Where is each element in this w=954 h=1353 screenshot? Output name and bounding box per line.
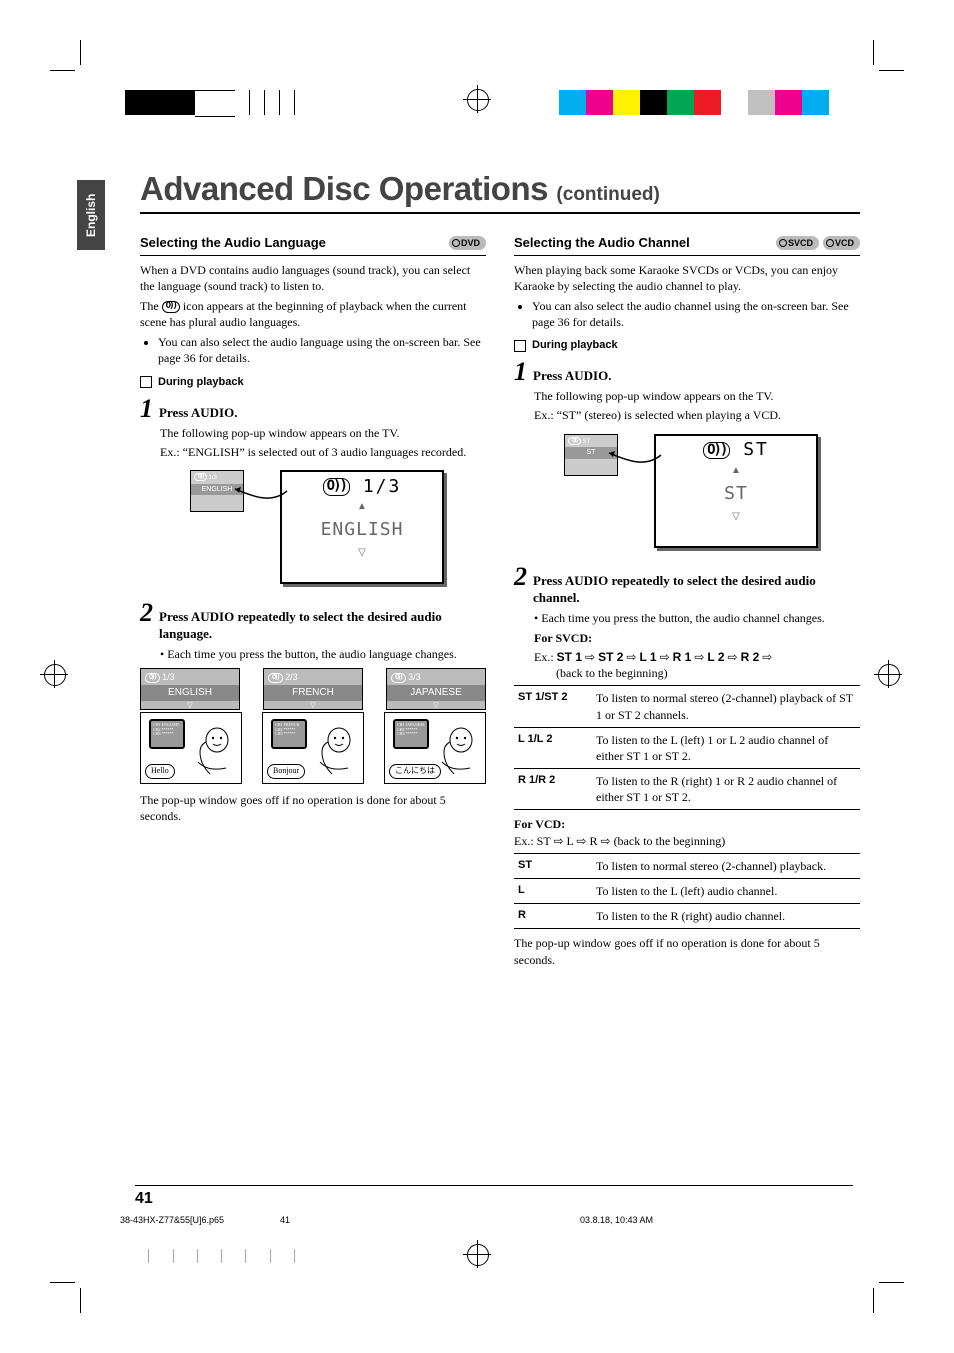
table-row: RTo listen to the R (right) audio channe… — [514, 904, 860, 929]
during-playback-label-r: During playback — [514, 338, 860, 353]
color-bar — [559, 90, 829, 115]
popup-item: O)) 3/3JAPANESE▽ — [386, 668, 486, 710]
mockup-english-popup: O)) 1/3 ENGLISH O)) 1/3 ▲ ENGLISH ▽ — [190, 470, 450, 590]
mockup-large-popup: O)) 1/3 ▲ ENGLISH ▽ — [280, 470, 444, 584]
during-playback-label: During playback — [140, 375, 486, 390]
svcd-example: Ex.: ST 1 ⇨ ST 2 ⇨ L 1 ⇨ R 1 ⇨ L 2 ⇨ R 2… — [534, 649, 860, 665]
language-tab: English — [77, 180, 105, 250]
table-row: R 1/R 2To listen to the R (right) 1 or R… — [514, 769, 860, 810]
title-main: Advanced Disc Operations — [140, 170, 548, 207]
column-left: Selecting the Audio Language DVD When a … — [140, 234, 486, 974]
people-item: CH1 FRENCHCH2 ******CH3 ****** Bonjour — [262, 712, 364, 784]
pill-vcd: VCD — [823, 236, 860, 250]
disc-pills: DVD — [449, 236, 486, 250]
registration-target-bottom — [463, 1240, 491, 1268]
registration-target-left — [40, 660, 80, 700]
step-1-num: 1 — [140, 396, 153, 422]
intro-bullet-1: You can also select the audio language u… — [158, 334, 486, 366]
intro-para-2: The O)) icon appears at the beginning of… — [140, 298, 486, 330]
crop-corner-tl — [50, 40, 90, 80]
grayscale-patch-bottom — [125, 1249, 295, 1263]
intro-para-1-r: When playing back some Karaoke SVCDs or … — [514, 262, 860, 294]
people-row: CH1 ENGLISHCH2 ******CH3 ****** Hello CH… — [140, 712, 486, 784]
title-rule — [140, 212, 860, 214]
vcd-table: STTo listen to normal stereo (2-channel)… — [514, 853, 860, 930]
section-header-audio-channel: Selecting the Audio Channel SVCD VCD — [514, 234, 860, 256]
step-2-row: 2 Press AUDIO repeatedly to select the d… — [140, 600, 486, 643]
registration-target-top — [463, 85, 491, 113]
crop-corner-tr — [864, 40, 904, 80]
step-1-sub-1: The following pop-up window appears on t… — [160, 425, 486, 441]
section-header-audio-language: Selecting the Audio Language DVD — [140, 234, 486, 256]
section-label: Selecting the Audio Channel — [514, 234, 690, 252]
intro-para-1: When a DVD contains audio languages (sou… — [140, 262, 486, 294]
mockup-large-popup-r: O)) ST ▲ ST ▽ — [654, 434, 818, 548]
pill-dvd: DVD — [449, 236, 486, 250]
intro-bullets: You can also select the audio language u… — [140, 334, 486, 366]
step-2-bullet: • Each time you press the button, the au… — [160, 646, 486, 662]
page-title: Advanced Disc Operations (continued) — [140, 170, 860, 208]
content: Advanced Disc Operations (continued) Sel… — [140, 170, 860, 974]
disc-pills: SVCD VCD — [776, 236, 860, 250]
vcd-example: Ex.: ST ⇨ L ⇨ R ⇨ (back to the beginning… — [514, 833, 860, 849]
registration-target-right — [874, 660, 914, 700]
intro-bullet-1-r: You can also select the audio channel us… — [532, 298, 860, 330]
table-row: LTo listen to the L (left) audio channel… — [514, 879, 860, 904]
square-icon — [514, 340, 526, 352]
crop-top — [0, 0, 954, 130]
svcd-table: ST 1/ST 2To listen to normal stereo (2-c… — [514, 685, 860, 810]
audio-icon: O)) — [162, 301, 180, 313]
crop-corner-bl — [50, 1273, 90, 1313]
table-row: STTo listen to normal stereo (2-channel)… — [514, 853, 860, 878]
square-icon — [140, 376, 152, 388]
pill-svcd: SVCD — [776, 236, 819, 250]
intro-bullets-r: You can also select the audio channel us… — [514, 298, 860, 330]
step-1-sub-1-r: The following pop-up window appears on t… — [534, 388, 860, 404]
table-row: L 1/L 2To listen to the L (left) 1 or L … — [514, 727, 860, 768]
popup-item: O)) 2/3FRENCH▽ — [263, 668, 363, 710]
column-right: Selecting the Audio Channel SVCD VCD Whe… — [514, 234, 860, 974]
step-2-num-r: 2 — [514, 564, 527, 590]
step-1-row-r: 1 Press AUDIO. — [514, 359, 860, 385]
step-1-text: Press AUDIO. — [159, 404, 237, 422]
step-2-text-r: Press AUDIO repeatedly to select the des… — [533, 572, 860, 607]
step-2-text: Press AUDIO repeatedly to select the des… — [159, 608, 486, 643]
crop-bottom — [0, 1223, 954, 1353]
title-continued: (continued) — [556, 184, 659, 205]
page-number: 41 — [135, 1185, 853, 1208]
popup-item: O)) 1/3ENGLISH▽ — [140, 668, 240, 710]
step-1-num-r: 1 — [514, 359, 527, 385]
step-1-row: 1 Press AUDIO. — [140, 396, 486, 422]
step-1-sub-2-r: Ex.: “ST” (stereo) is selected when play… — [534, 407, 860, 423]
popup-row: O)) 1/3ENGLISH▽ O)) 2/3FRENCH▽ O)) 3/3JAPA… — [140, 668, 486, 710]
step-1-sub-2: Ex.: “ENGLISH” is selected out of 3 audi… — [160, 444, 486, 460]
crop-corner-br — [864, 1273, 904, 1313]
step-2-bullet-r: • Each time you press the button, the au… — [534, 610, 860, 626]
step-2-num: 2 — [140, 600, 153, 626]
grayscale-patch — [125, 90, 295, 115]
step-2-row-r: 2 Press AUDIO repeatedly to select the d… — [514, 564, 860, 607]
page: English Advanced Disc Operations (contin… — [0, 0, 954, 1353]
svcd-back-note: (back to the beginning) — [556, 665, 860, 681]
columns: Selecting the Audio Language DVD When a … — [140, 234, 860, 974]
step-1-text-r: Press AUDIO. — [533, 367, 611, 385]
table-row: ST 1/ST 2To listen to normal stereo (2-c… — [514, 686, 860, 727]
leader-arrow — [230, 485, 290, 515]
mockup-st-popup: O)) ST ST O)) ST ▲ ST ▽ — [564, 434, 824, 554]
section-label: Selecting the Audio Language — [140, 234, 326, 252]
people-item: CH1 JAPANESECH2 ******CH3 ****** こんにちは — [384, 712, 486, 784]
people-item: CH1 ENGLISHCH2 ******CH3 ****** Hello — [140, 712, 242, 784]
leader-arrow-r — [604, 449, 664, 479]
closing-note-left: The pop-up window goes off if no operati… — [140, 792, 486, 824]
svcd-label: For SVCD: — [534, 630, 860, 646]
vcd-label: For VCD: — [514, 816, 860, 832]
closing-note-right: The pop-up window goes off if no operati… — [514, 935, 860, 967]
